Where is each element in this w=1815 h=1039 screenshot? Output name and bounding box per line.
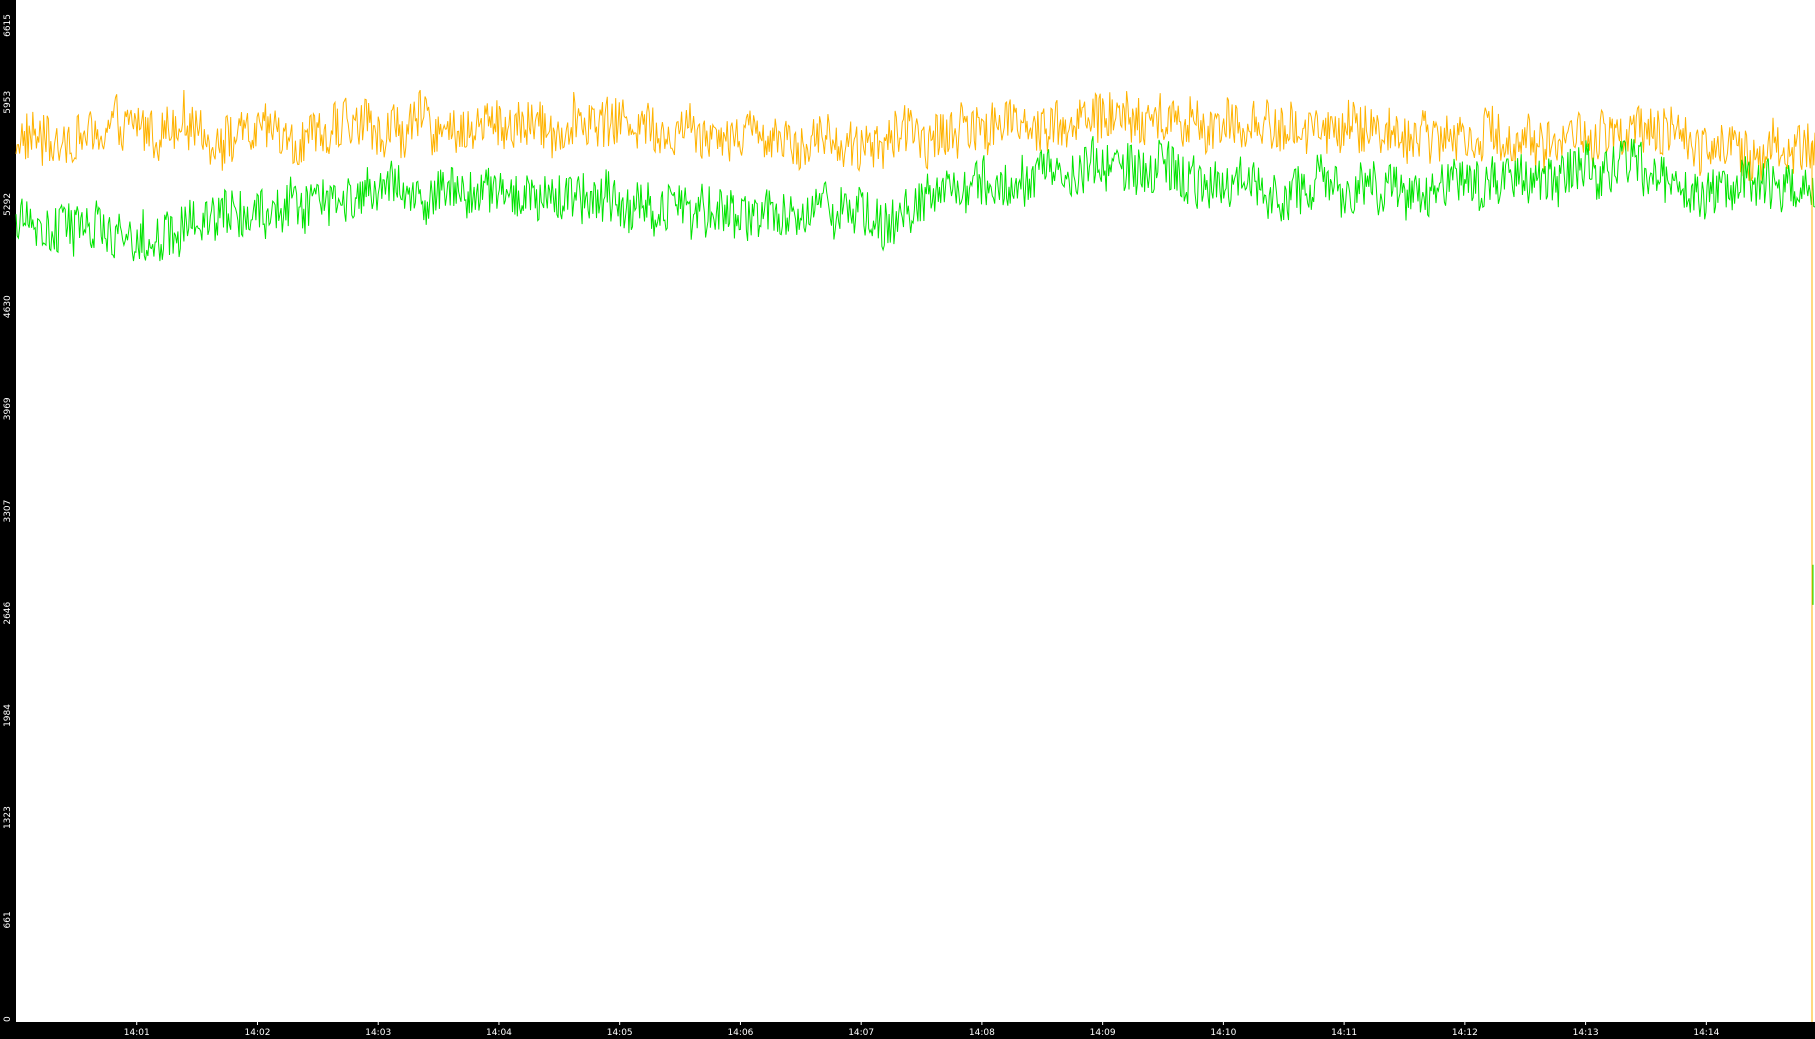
y-tick-label: 5292 xyxy=(3,193,13,216)
chart-svg: 0 661 1323 1984 2646 3307 3969 4630 5292 5953 6615… xyxy=(0,0,1815,1039)
x-tick-label: 14:04 xyxy=(486,1028,512,1038)
x-tick-label: 14:11 xyxy=(1331,1028,1357,1038)
x-tick-label: 14:14 xyxy=(1693,1028,1719,1038)
y-tick-label: 1984 xyxy=(3,704,13,727)
y-tick-label: 4630 xyxy=(3,295,13,318)
y-tick-label: 6615 xyxy=(3,14,13,37)
x-tick-label: 14:01 xyxy=(124,1028,150,1038)
chart-container: 0 661 1323 1984 2646 3307 3969 4630 5292 5953 6615… xyxy=(0,0,1815,1039)
x-tick-label: 14:06 xyxy=(727,1028,753,1038)
y-tick-label: 5953 xyxy=(3,91,13,114)
y-tick-label: 3307 xyxy=(3,500,13,523)
x-tick-label: 14:10 xyxy=(1210,1028,1236,1038)
x-tick-label: 14:03 xyxy=(365,1028,391,1038)
x-tick-label: 14:08 xyxy=(969,1028,995,1038)
x-tick-label: 14:13 xyxy=(1573,1028,1599,1038)
y-tick-label: 2646 xyxy=(3,601,13,624)
x-tick-label: 14:05 xyxy=(607,1028,633,1038)
y-tick-label: 661 xyxy=(3,911,13,928)
y-tick-label: 0 xyxy=(3,1016,13,1022)
x-tick-label: 14:02 xyxy=(245,1028,271,1038)
x-tick-label: 14:09 xyxy=(1090,1028,1116,1038)
y-tick-label: 3969 xyxy=(3,397,13,420)
x-tick-label: 14:07 xyxy=(848,1028,874,1038)
y-tick-label: 1323 xyxy=(3,806,13,829)
x-tick-label: 14:12 xyxy=(1452,1028,1478,1038)
